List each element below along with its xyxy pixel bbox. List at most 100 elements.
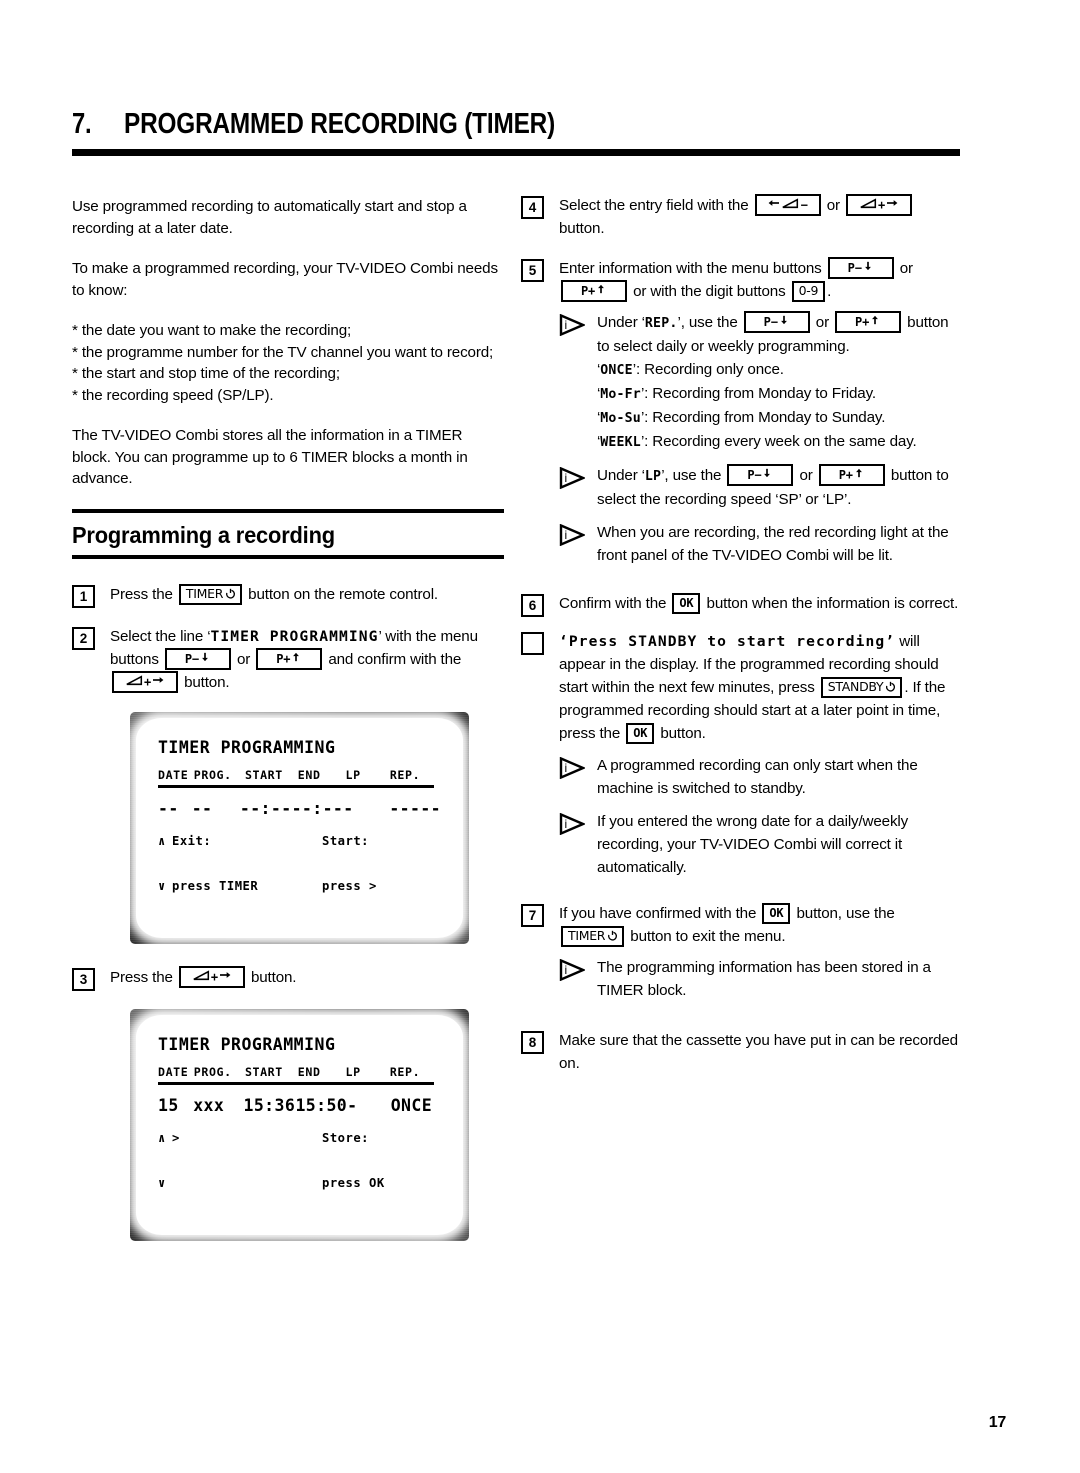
osd-down-arrow: ∨ xyxy=(158,1175,166,1190)
volume-up-key[interactable]: + xyxy=(112,670,178,693)
osd-exit-label: Exit: xyxy=(172,833,212,848)
volume-wedge-icon xyxy=(193,969,210,980)
section-rule-top xyxy=(72,508,504,513)
step-text-part: Press the xyxy=(110,585,173,603)
step-text-part: Enter information with the menu buttons xyxy=(559,260,822,277)
info-text: When you are recording, the red recordin… xyxy=(597,524,949,564)
step-text-part: . xyxy=(827,283,832,300)
ok-key[interactable]: OK xyxy=(626,723,655,744)
step-6: 6 Confirm with the OK button when the in… xyxy=(521,592,961,617)
arrow-down-icon xyxy=(778,313,790,325)
step-5: 5 Enter information with the menu button… xyxy=(521,257,961,572)
step-text: Select the entry field with the − or + b… xyxy=(559,194,961,240)
field-name-lp: LP xyxy=(644,469,662,484)
display-message: ‘Press STANDBY to start recording’ xyxy=(559,633,896,650)
rep-option-code: ONCE xyxy=(600,363,633,378)
column-header-prog: PROG. xyxy=(193,1064,232,1079)
arrow-left-icon xyxy=(768,196,780,206)
p-minus-key[interactable]: P− xyxy=(164,647,231,670)
tv-screen-figure-2: TIMER PROGRAMMING DATE PROG. START END L… xyxy=(130,1008,469,1241)
tv-screen-figure-1: TIMER PROGRAMMING DATE PROG. START END L… xyxy=(130,711,469,944)
step-text: Press the TIMER button on the remote con… xyxy=(110,583,504,606)
p-plus-key[interactable]: P+ xyxy=(835,311,902,333)
step-8: 8 Make sure that the cassette you have p… xyxy=(521,1029,961,1075)
page-number: 17 xyxy=(988,1414,1007,1431)
p-minus-key[interactable]: P− xyxy=(727,464,794,486)
volume-wedge-icon xyxy=(782,197,799,209)
step-text-part: or xyxy=(826,197,840,214)
info-note-wrong-date: i If you entered the wrong date for a da… xyxy=(559,810,961,879)
arrow-down-icon xyxy=(761,466,773,478)
menu-line-name: TIMER PROGRAMMING xyxy=(210,627,379,645)
p-minus-key[interactable]: P− xyxy=(743,311,810,333)
volume-down-key[interactable]: − xyxy=(754,194,821,216)
list-item: * the programme number for the TV channe… xyxy=(72,343,494,361)
step-text-part: button. xyxy=(250,968,297,986)
info-text-part: or xyxy=(815,314,829,331)
list-item: * the start and stop time of the recordi… xyxy=(72,365,340,382)
digit-keys[interactable]: 0-9 xyxy=(791,281,826,302)
timer-key[interactable]: TIMER xyxy=(561,926,625,947)
info-note-stored: i The programming information has been s… xyxy=(559,956,961,1002)
standby-key[interactable]: STANDBY xyxy=(820,677,903,698)
volume-up-key[interactable]: + xyxy=(178,965,245,988)
rep-option-code: Mo-Fr xyxy=(600,387,641,402)
arrow-up-icon xyxy=(290,650,302,661)
info-text-part: ’, use the xyxy=(677,314,738,331)
step-number: 5 xyxy=(521,259,544,282)
p-plus-key[interactable]: P+ xyxy=(561,280,627,302)
step-number: 2 xyxy=(72,626,95,650)
page-title: 7. PROGRAMMED RECORDING (TIMER) xyxy=(72,108,960,141)
rep-option-desc: ’: Recording from Monday to Friday. xyxy=(640,385,876,402)
osd-start-label: Start: xyxy=(322,833,370,848)
step-text-part: or with the digit buttons xyxy=(633,283,786,300)
info-note-lp: i Under ‘LP’, use the P− or P+ button to… xyxy=(559,464,961,511)
step-number: 6 xyxy=(521,594,544,617)
ok-key[interactable]: OK xyxy=(762,903,791,924)
arrow-down-icon xyxy=(199,650,211,661)
step-7: 7 If you have confirmed with the OK butt… xyxy=(521,902,961,1007)
volume-up-key[interactable]: + xyxy=(845,194,912,216)
step-3: 3 Press the + button. xyxy=(72,965,504,991)
info-text: A programmed recording can only start wh… xyxy=(597,757,918,797)
arrow-right-icon xyxy=(886,196,898,206)
step-text-part: button. xyxy=(660,725,706,742)
step-text-part: Select the entry field with the xyxy=(559,197,749,214)
volume-wedge-icon xyxy=(126,674,143,685)
left-column: Use programmed recording to automaticall… xyxy=(72,196,504,1241)
column-header-rep: REP. xyxy=(389,767,421,782)
step-text: Press the + button. xyxy=(110,965,504,989)
step-number: 3 xyxy=(72,967,95,991)
rep-option-code: Mo-Su xyxy=(600,411,641,426)
p-plus-key[interactable]: P+ xyxy=(256,647,323,670)
p-plus-key[interactable]: P+ xyxy=(818,464,885,486)
p-minus-key[interactable]: P− xyxy=(827,257,894,279)
rep-option-code: WEEKL xyxy=(600,435,641,450)
info-text-part: ’, use the xyxy=(661,467,722,484)
arrow-right-icon xyxy=(152,673,164,683)
step-text-part: button, use the xyxy=(796,905,895,922)
arrow-up-icon xyxy=(853,466,865,478)
rep-option: ‘WEEKL’: Recording every week on the sam… xyxy=(597,433,917,450)
rep-option-desc: ’: Recording every week on the same day. xyxy=(640,433,917,450)
column-header-start: START xyxy=(244,767,283,782)
step-text: ‘Press STANDBY to start recording’ will … xyxy=(559,630,961,884)
step-text-part: or xyxy=(236,650,251,668)
manual-page: 7. PROGRAMMED RECORDING (TIMER) Use prog… xyxy=(0,0,1080,1473)
step-text-part: button to exit the menu. xyxy=(630,928,786,945)
info-note-rep: i Under ‘REP.’, use the P− or P+ button … xyxy=(559,311,961,454)
chapter-number: 7. xyxy=(72,108,92,140)
ok-key[interactable]: OK xyxy=(672,593,701,614)
step-text: Confirm with the OK button when the info… xyxy=(559,592,961,615)
step-text-part: and confirm with the xyxy=(328,650,462,668)
power-icon xyxy=(225,587,236,599)
osd-down-arrow: ∨ xyxy=(158,878,166,893)
step-text: Enter information with the menu buttons … xyxy=(559,257,961,572)
timer-key[interactable]: TIMER xyxy=(178,583,243,605)
column-header-date: DATE xyxy=(158,1064,189,1079)
step-2: 2 Select the line ‘TIMER PROGRAMMING’ wi… xyxy=(72,625,504,694)
osd-exit-action: press TIMER xyxy=(172,878,259,893)
step-number: 8 xyxy=(521,1031,544,1054)
info-note-recording-light: i When you are recording, the red record… xyxy=(559,521,961,567)
step-text: Make sure that the cassette you have put… xyxy=(559,1032,958,1072)
